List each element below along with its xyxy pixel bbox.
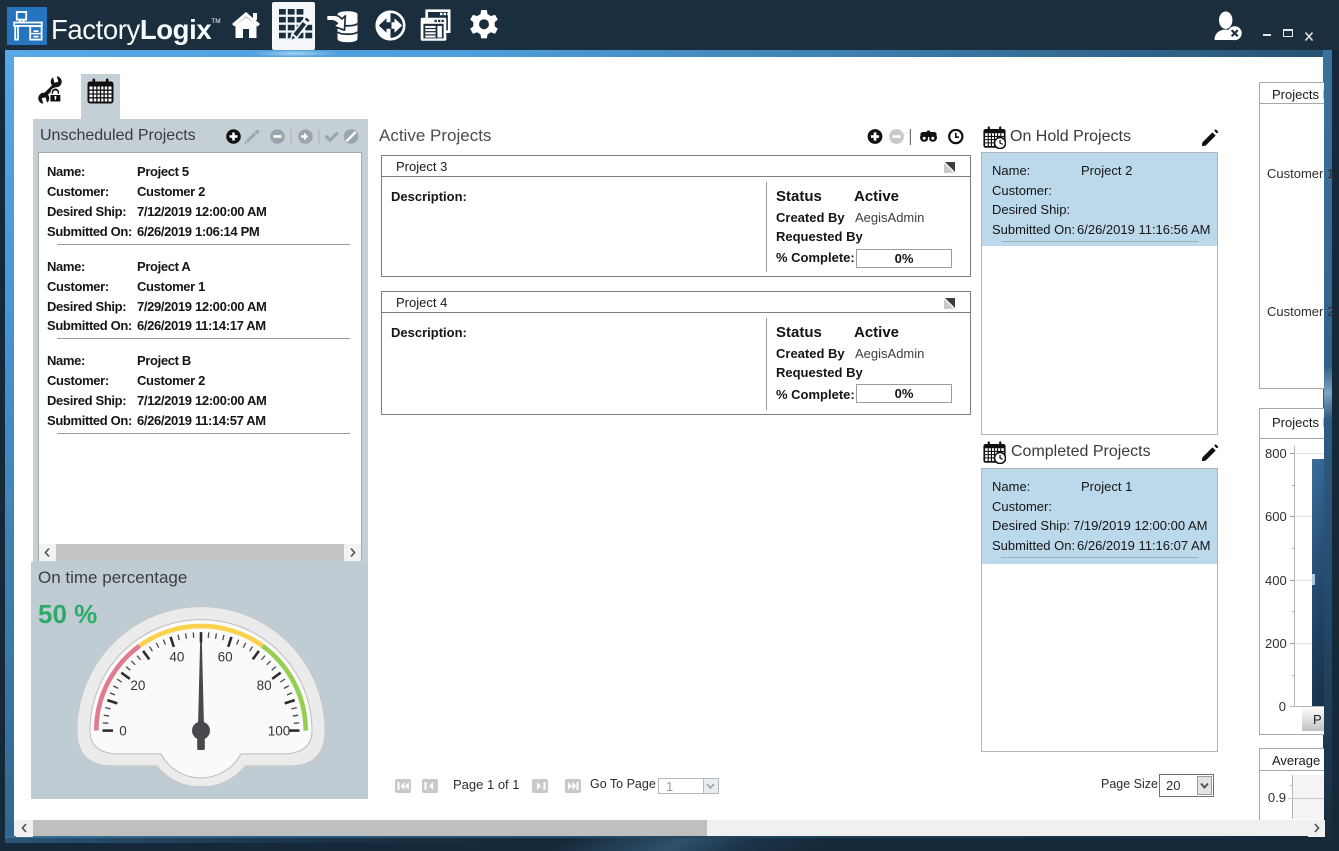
svg-text:40: 40 <box>169 649 184 664</box>
svg-text:60: 60 <box>218 649 233 664</box>
svg-text:80: 80 <box>257 678 272 693</box>
svg-text:20: 20 <box>130 678 145 693</box>
svg-text:100: 100 <box>268 724 291 739</box>
svg-text:0: 0 <box>119 724 127 739</box>
